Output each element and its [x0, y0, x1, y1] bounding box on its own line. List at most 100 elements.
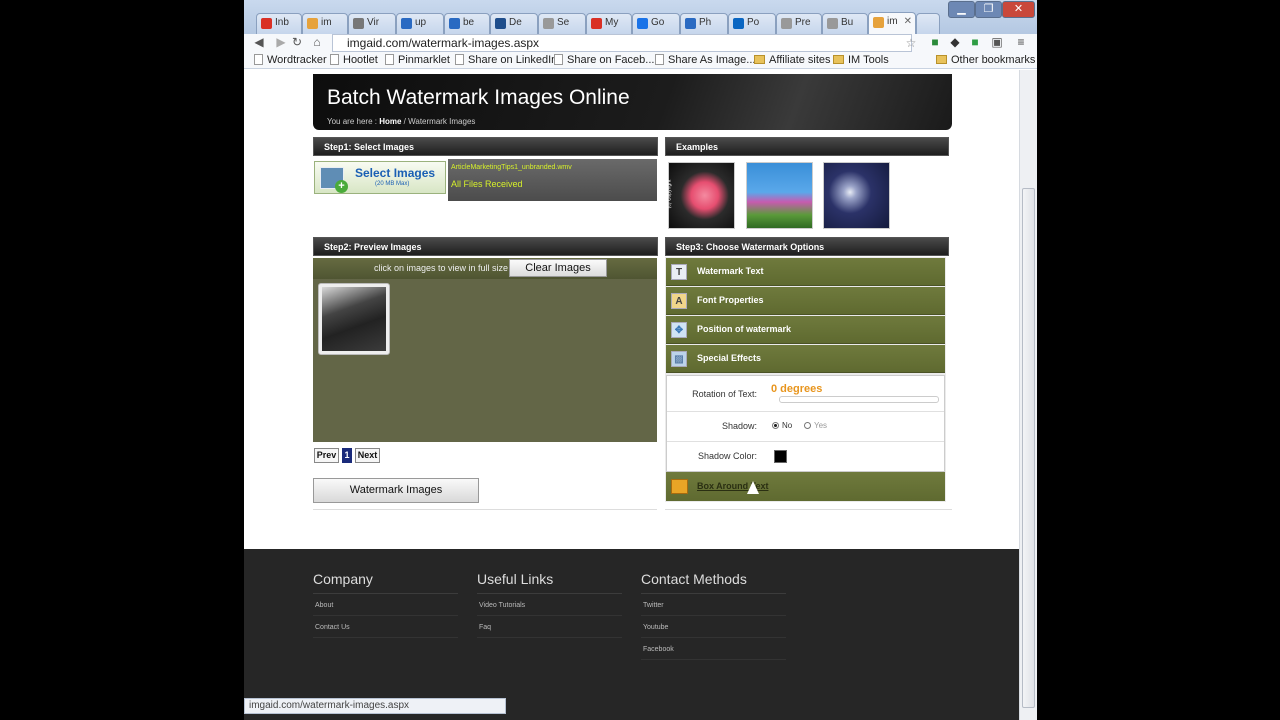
bookmark-item[interactable]: Hootlet	[330, 54, 378, 66]
special-effects-panel: Rotation of Text: 0 degrees Shadow: No Y…	[666, 375, 945, 472]
bookmark-label: Share As Image...	[668, 54, 756, 66]
tab-5[interactable]: be	[444, 13, 490, 34]
option-special-effects[interactable]: ▨ Special Effects	[666, 345, 945, 373]
shadow-color-swatch[interactable]	[774, 450, 787, 463]
option-box-around-text[interactable]: Box Around Text	[666, 472, 945, 501]
bookmark-label: Other bookmarks	[951, 54, 1036, 66]
tab-8[interactable]: My	[586, 13, 632, 34]
preview-thumbnail[interactable]	[318, 283, 390, 355]
scrollbar-thumb[interactable]	[1022, 188, 1035, 708]
divider	[313, 593, 458, 594]
option-label: Special Effects	[697, 353, 762, 363]
example-flowers-thumbnail[interactable]	[746, 162, 813, 229]
option-font-properties[interactable]: A Font Properties	[666, 287, 945, 315]
new-tab-button[interactable]	[916, 13, 940, 34]
vertical-scrollbar[interactable]	[1019, 70, 1037, 720]
close-tab-icon[interactable]: ✕	[904, 16, 912, 27]
clear-images-button[interactable]: Clear Images	[509, 259, 607, 277]
footer-link-faq[interactable]: Faq	[477, 624, 622, 638]
upload-status-box: ArticleMarketingTips1_unbranded.wmv All …	[448, 159, 657, 201]
bookmark-label: Pinmarklet	[398, 54, 450, 66]
effects-icon: ▨	[671, 351, 687, 367]
bookmark-item[interactable]: Share on Faceb...	[554, 54, 654, 66]
tab-10[interactable]: Ph	[680, 13, 728, 34]
star-icon[interactable]: ☆	[904, 36, 918, 50]
breadcrumb-home-link[interactable]: Home	[379, 117, 401, 126]
bookmark-label: Affiliate sites	[769, 54, 831, 66]
tab-11[interactable]: Po	[728, 13, 776, 34]
footer-link-facebook[interactable]: Facebook	[641, 646, 786, 660]
tab-3[interactable]: Vir	[348, 13, 396, 34]
gmail-icon	[261, 18, 272, 29]
bookmark-item[interactable]: Pinmarklet	[385, 54, 450, 66]
tab-12[interactable]: Pre	[776, 13, 822, 34]
back-icon[interactable]: ◀	[252, 35, 266, 49]
divider	[313, 509, 657, 510]
tab-7[interactable]: Se	[538, 13, 586, 34]
option-position[interactable]: ✥ Position of watermark	[666, 316, 945, 344]
tab-6[interactable]: De	[490, 13, 538, 34]
tab-1[interactable]: Inb	[256, 13, 302, 34]
address-bar[interactable]: imgaid.com/watermark-images.aspx	[332, 34, 912, 52]
tab-4[interactable]: up	[396, 13, 444, 34]
home-icon[interactable]: ⌂	[310, 35, 324, 49]
footer-link-contact[interactable]: Contact Us	[313, 624, 458, 638]
shadow-no-radio[interactable]: No	[772, 421, 792, 430]
bookmark-folder[interactable]: Other bookmarks	[936, 54, 1035, 66]
prev-page-button[interactable]: Prev	[314, 448, 339, 463]
reload-icon[interactable]: ↻	[290, 35, 304, 49]
page-1-button[interactable]: 1	[342, 448, 352, 463]
breadcrumb: You are here : Home / Watermark Images	[327, 117, 475, 126]
page-icon	[455, 54, 464, 65]
size-limit-label: (20 MB Max)	[375, 181, 410, 187]
bookmarks-bar: Wordtracker Hootlet Pinmarklet Share on …	[244, 53, 1037, 69]
extension-icon[interactable]: ▣	[990, 35, 1004, 49]
site-icon	[353, 18, 364, 29]
rotation-value: 0 degrees	[771, 383, 823, 395]
tab-14-active[interactable]: im ✕	[868, 12, 916, 34]
option-watermark-text[interactable]: T Watermark Text	[666, 258, 945, 286]
rotation-label: Rotation of Text:	[692, 389, 757, 399]
extension-icon[interactable]: ◆	[948, 35, 962, 49]
menu-icon[interactable]: ≡	[1014, 35, 1028, 49]
site-icon	[781, 18, 792, 29]
bookmark-label: IM Tools	[848, 54, 889, 66]
watermark-images-button[interactable]: Watermark Images	[313, 478, 479, 503]
example-dandelion-thumbnail[interactable]	[823, 162, 890, 229]
forward-icon[interactable]: ▶	[274, 35, 288, 49]
bookmark-label: Share on Faceb...	[567, 54, 655, 66]
next-page-button[interactable]: Next	[355, 448, 380, 463]
tab-label: Pre	[795, 17, 811, 28]
close-window-button[interactable]: ✕	[1002, 1, 1035, 18]
bookmark-folder[interactable]: Affiliate sites	[754, 54, 831, 66]
maximize-button[interactable]: ❐	[975, 1, 1002, 18]
rotation-slider[interactable]	[779, 396, 939, 403]
tab-13[interactable]: Bu	[822, 13, 868, 34]
tab-label: Se	[557, 17, 570, 28]
tab-9[interactable]: Go	[632, 13, 680, 34]
minimize-button[interactable]: ▁	[948, 1, 975, 18]
footer-link-video-tutorials[interactable]: Video Tutorials	[477, 602, 622, 616]
bookmark-label: Wordtracker	[267, 54, 327, 66]
bookmark-folder[interactable]: IM Tools	[833, 54, 889, 66]
page-icon	[554, 54, 563, 65]
select-images-button[interactable]: Select Images (20 MB Max)	[314, 161, 446, 194]
divider	[641, 593, 786, 594]
extension-icon[interactable]: ■	[928, 35, 942, 49]
footer-link-youtube[interactable]: Youtube	[641, 624, 786, 638]
move-arrows-icon: ✥	[671, 322, 687, 338]
site-icon	[495, 18, 506, 29]
tab-label: De	[509, 17, 522, 28]
bookmark-item[interactable]: Share As Image...	[655, 54, 755, 66]
tab-2[interactable]: im	[302, 13, 348, 34]
tab-label: Ph	[699, 17, 712, 28]
footer-link-about[interactable]: About	[313, 602, 458, 616]
example-rose-thumbnail[interactable]: (c) Copyright	[666, 162, 735, 229]
shadow-yes-radio[interactable]: Yes	[804, 421, 827, 430]
bookmark-item[interactable]: Wordtracker	[254, 54, 327, 66]
footer-link-twitter[interactable]: Twitter	[641, 602, 786, 616]
bookmark-item[interactable]: Share on LinkedIn	[455, 54, 557, 66]
footer-heading: Contact Methods	[641, 571, 747, 587]
extension-icon[interactable]: ■	[968, 35, 982, 49]
tab-label: im	[321, 17, 332, 28]
